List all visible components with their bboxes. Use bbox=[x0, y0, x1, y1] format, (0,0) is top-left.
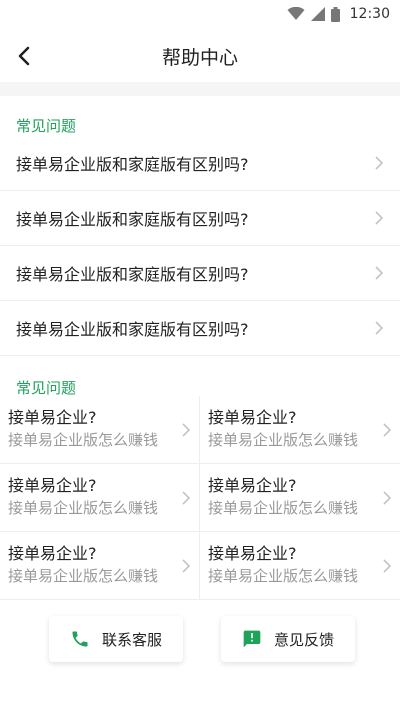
chevron-right-icon bbox=[182, 423, 191, 437]
wifi-icon bbox=[287, 7, 305, 20]
section-title-faq: 常见问题 bbox=[16, 117, 77, 135]
grid-item-title: 接单易企业? bbox=[208, 476, 297, 495]
grid-item-subtitle: 接单易企业版怎么赚钱 bbox=[8, 567, 159, 585]
chevron-right-icon bbox=[375, 266, 384, 280]
chevron-right-icon bbox=[383, 491, 392, 505]
faq-item[interactable]: 接单易企业版和家庭版有区别吗? bbox=[0, 191, 400, 246]
faq-item-label: 接单易企业版和家庭版有区别吗? bbox=[16, 210, 249, 229]
contact-service-label: 联系客服 bbox=[101, 630, 162, 649]
chevron-right-icon bbox=[182, 559, 191, 573]
grid-item-subtitle: 接单易企业版怎么赚钱 bbox=[8, 431, 159, 449]
faq-item[interactable]: 接单易企业版和家庭版有区别吗? bbox=[0, 136, 400, 191]
faq-grid: 接单易企业? 接单易企业版怎么赚钱 接单易企业? 接单易企业版怎么赚钱 接单易企… bbox=[0, 396, 400, 600]
faq-item-label: 接单易企业版和家庭版有区别吗? bbox=[16, 265, 249, 284]
grid-item-title: 接单易企业? bbox=[208, 544, 297, 563]
grid-item-subtitle: 接单易企业版怎么赚钱 bbox=[208, 499, 359, 517]
status-bar: 12:30 bbox=[0, 0, 400, 30]
chevron-right-icon bbox=[375, 156, 384, 170]
grid-item-title: 接单易企业? bbox=[8, 544, 97, 563]
feedback-button[interactable]: 意见反馈 bbox=[221, 616, 355, 662]
phone-icon bbox=[72, 631, 88, 647]
action-row: 联系客服 意见反馈 bbox=[0, 616, 400, 662]
grid-item[interactable]: 接单易企业? 接单易企业版怎么赚钱 bbox=[200, 532, 400, 600]
grid-item[interactable]: 接单易企业? 接单易企业版怎么赚钱 bbox=[200, 464, 400, 532]
grid-item[interactable]: 接单易企业? 接单易企业版怎么赚钱 bbox=[0, 396, 200, 464]
faq-item-label: 接单易企业版和家庭版有区别吗? bbox=[16, 320, 249, 339]
contact-service-button[interactable]: 联系客服 bbox=[49, 616, 183, 662]
faq-item[interactable]: 接单易企业版和家庭版有区别吗? bbox=[0, 301, 400, 356]
nav-bar: 帮助中心 bbox=[0, 30, 400, 82]
status-icons: 12:30 bbox=[287, 6, 390, 22]
header-divider-band bbox=[0, 82, 400, 96]
status-time: 12:30 bbox=[349, 6, 390, 22]
faq-item[interactable]: 接单易企业版和家庭版有区别吗? bbox=[0, 246, 400, 301]
section-title-faq-grid: 常见问题 bbox=[16, 379, 77, 397]
chevron-right-icon bbox=[383, 423, 392, 437]
grid-item[interactable]: 接单易企业? 接单易企业版怎么赚钱 bbox=[0, 532, 200, 600]
page-title: 帮助中心 bbox=[161, 47, 238, 69]
faq-item-label: 接单易企业版和家庭版有区别吗? bbox=[16, 155, 249, 174]
signal-icon bbox=[310, 7, 325, 21]
faq-list: 接单易企业版和家庭版有区别吗? 接单易企业版和家庭版有区别吗? 接单易企业版和家… bbox=[0, 136, 400, 356]
feedback-icon bbox=[243, 630, 261, 648]
chevron-right-icon bbox=[375, 321, 384, 335]
grid-item[interactable]: 接单易企业? 接单易企业版怎么赚钱 bbox=[0, 464, 200, 532]
chevron-right-icon bbox=[375, 211, 384, 225]
grid-item-title: 接单易企业? bbox=[8, 476, 97, 495]
grid-item-subtitle: 接单易企业版怎么赚钱 bbox=[8, 499, 159, 517]
grid-item-title: 接单易企业? bbox=[8, 408, 97, 427]
chevron-right-icon bbox=[383, 559, 392, 573]
battery-icon bbox=[330, 6, 340, 22]
grid-item[interactable]: 接单易企业? 接单易企业版怎么赚钱 bbox=[200, 396, 400, 464]
grid-item-title: 接单易企业? bbox=[208, 408, 297, 427]
grid-item-subtitle: 接单易企业版怎么赚钱 bbox=[208, 431, 359, 449]
chevron-right-icon bbox=[182, 491, 191, 505]
feedback-label: 意见反馈 bbox=[273, 630, 334, 649]
grid-item-subtitle: 接单易企业版怎么赚钱 bbox=[208, 567, 359, 585]
